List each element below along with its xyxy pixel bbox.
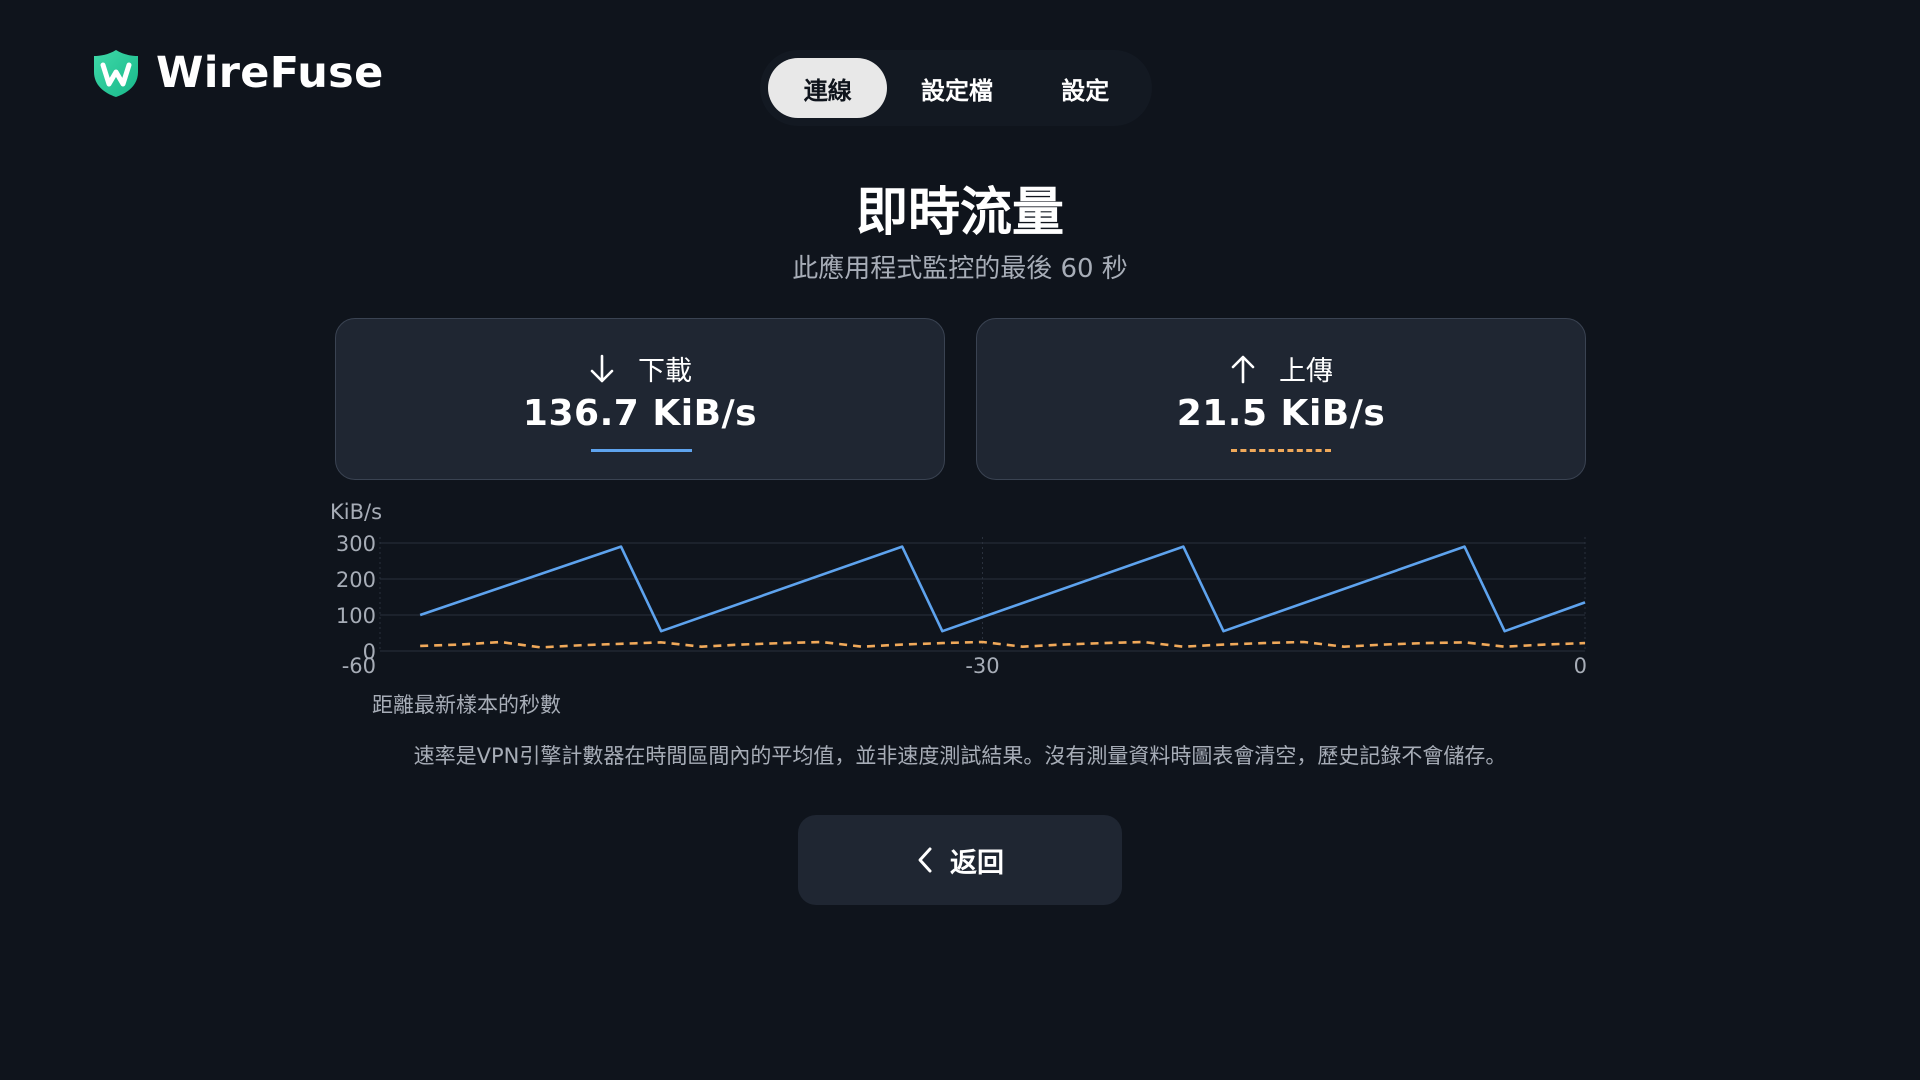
download-series-line [419, 545, 1586, 633]
arrow-down-icon [590, 354, 614, 382]
back-label: 返回 [950, 847, 1004, 879]
tab-settings[interactable]: 設定 [1027, 58, 1144, 118]
main-tabs: 連線 設定檔 設定 [760, 50, 1152, 126]
brand: WireFuse [92, 48, 384, 98]
download-rate: 136.7 KiB/s [522, 393, 758, 434]
upload-card: 上傳 21.5 KiB/s [976, 318, 1586, 480]
tab-connection[interactable]: 連線 [768, 58, 888, 118]
chevron-left-icon [918, 847, 932, 873]
y-axis-label: KiB/s [330, 500, 382, 524]
page-subtitle: 此應用程式監控的最後 60 秒 [792, 254, 1128, 284]
arrow-up-icon [1231, 355, 1255, 383]
y-tick-label: 300 [336, 532, 376, 556]
y-tick-label: 200 [336, 568, 376, 592]
app-root: WireFuse 連線 設定檔 設定 即時流量 此應用程式監控的最後 60 秒 … [0, 0, 1920, 1080]
back-button[interactable]: 返回 [798, 815, 1122, 905]
page-title: 即時流量 [855, 183, 1064, 243]
traffic-chart: 0100200300-60 -30 0KiB/s距離最新樣本的秒數 [330, 500, 1587, 717]
upload-series-line [420, 640, 1586, 649]
footnote: 速率是VPN引擎計數器在時間區間內的平均值，並非速度測試結果。沒有測量資料時圖表… [413, 744, 1507, 768]
download-legend-line [591, 449, 692, 452]
app-name: WireFuse [156, 48, 384, 98]
upload-label: 上傳 [1279, 356, 1333, 387]
download-card: 下載 136.7 KiB/s [335, 318, 945, 480]
x-tick-label: 0 [1574, 654, 1587, 678]
x-tick-label: -30 [965, 654, 999, 678]
download-label: 下載 [638, 356, 692, 387]
x-tick-label: -60 [342, 654, 376, 678]
x-axis-label: 距離最新樣本的秒數 [372, 693, 561, 717]
y-tick-label: 100 [336, 604, 376, 628]
upload-legend-line [1231, 449, 1331, 452]
shield-w-logo [94, 50, 138, 97]
tab-profiles[interactable]: 設定檔 [891, 58, 1022, 118]
upload-rate: 21.5 KiB/s [1176, 393, 1386, 434]
